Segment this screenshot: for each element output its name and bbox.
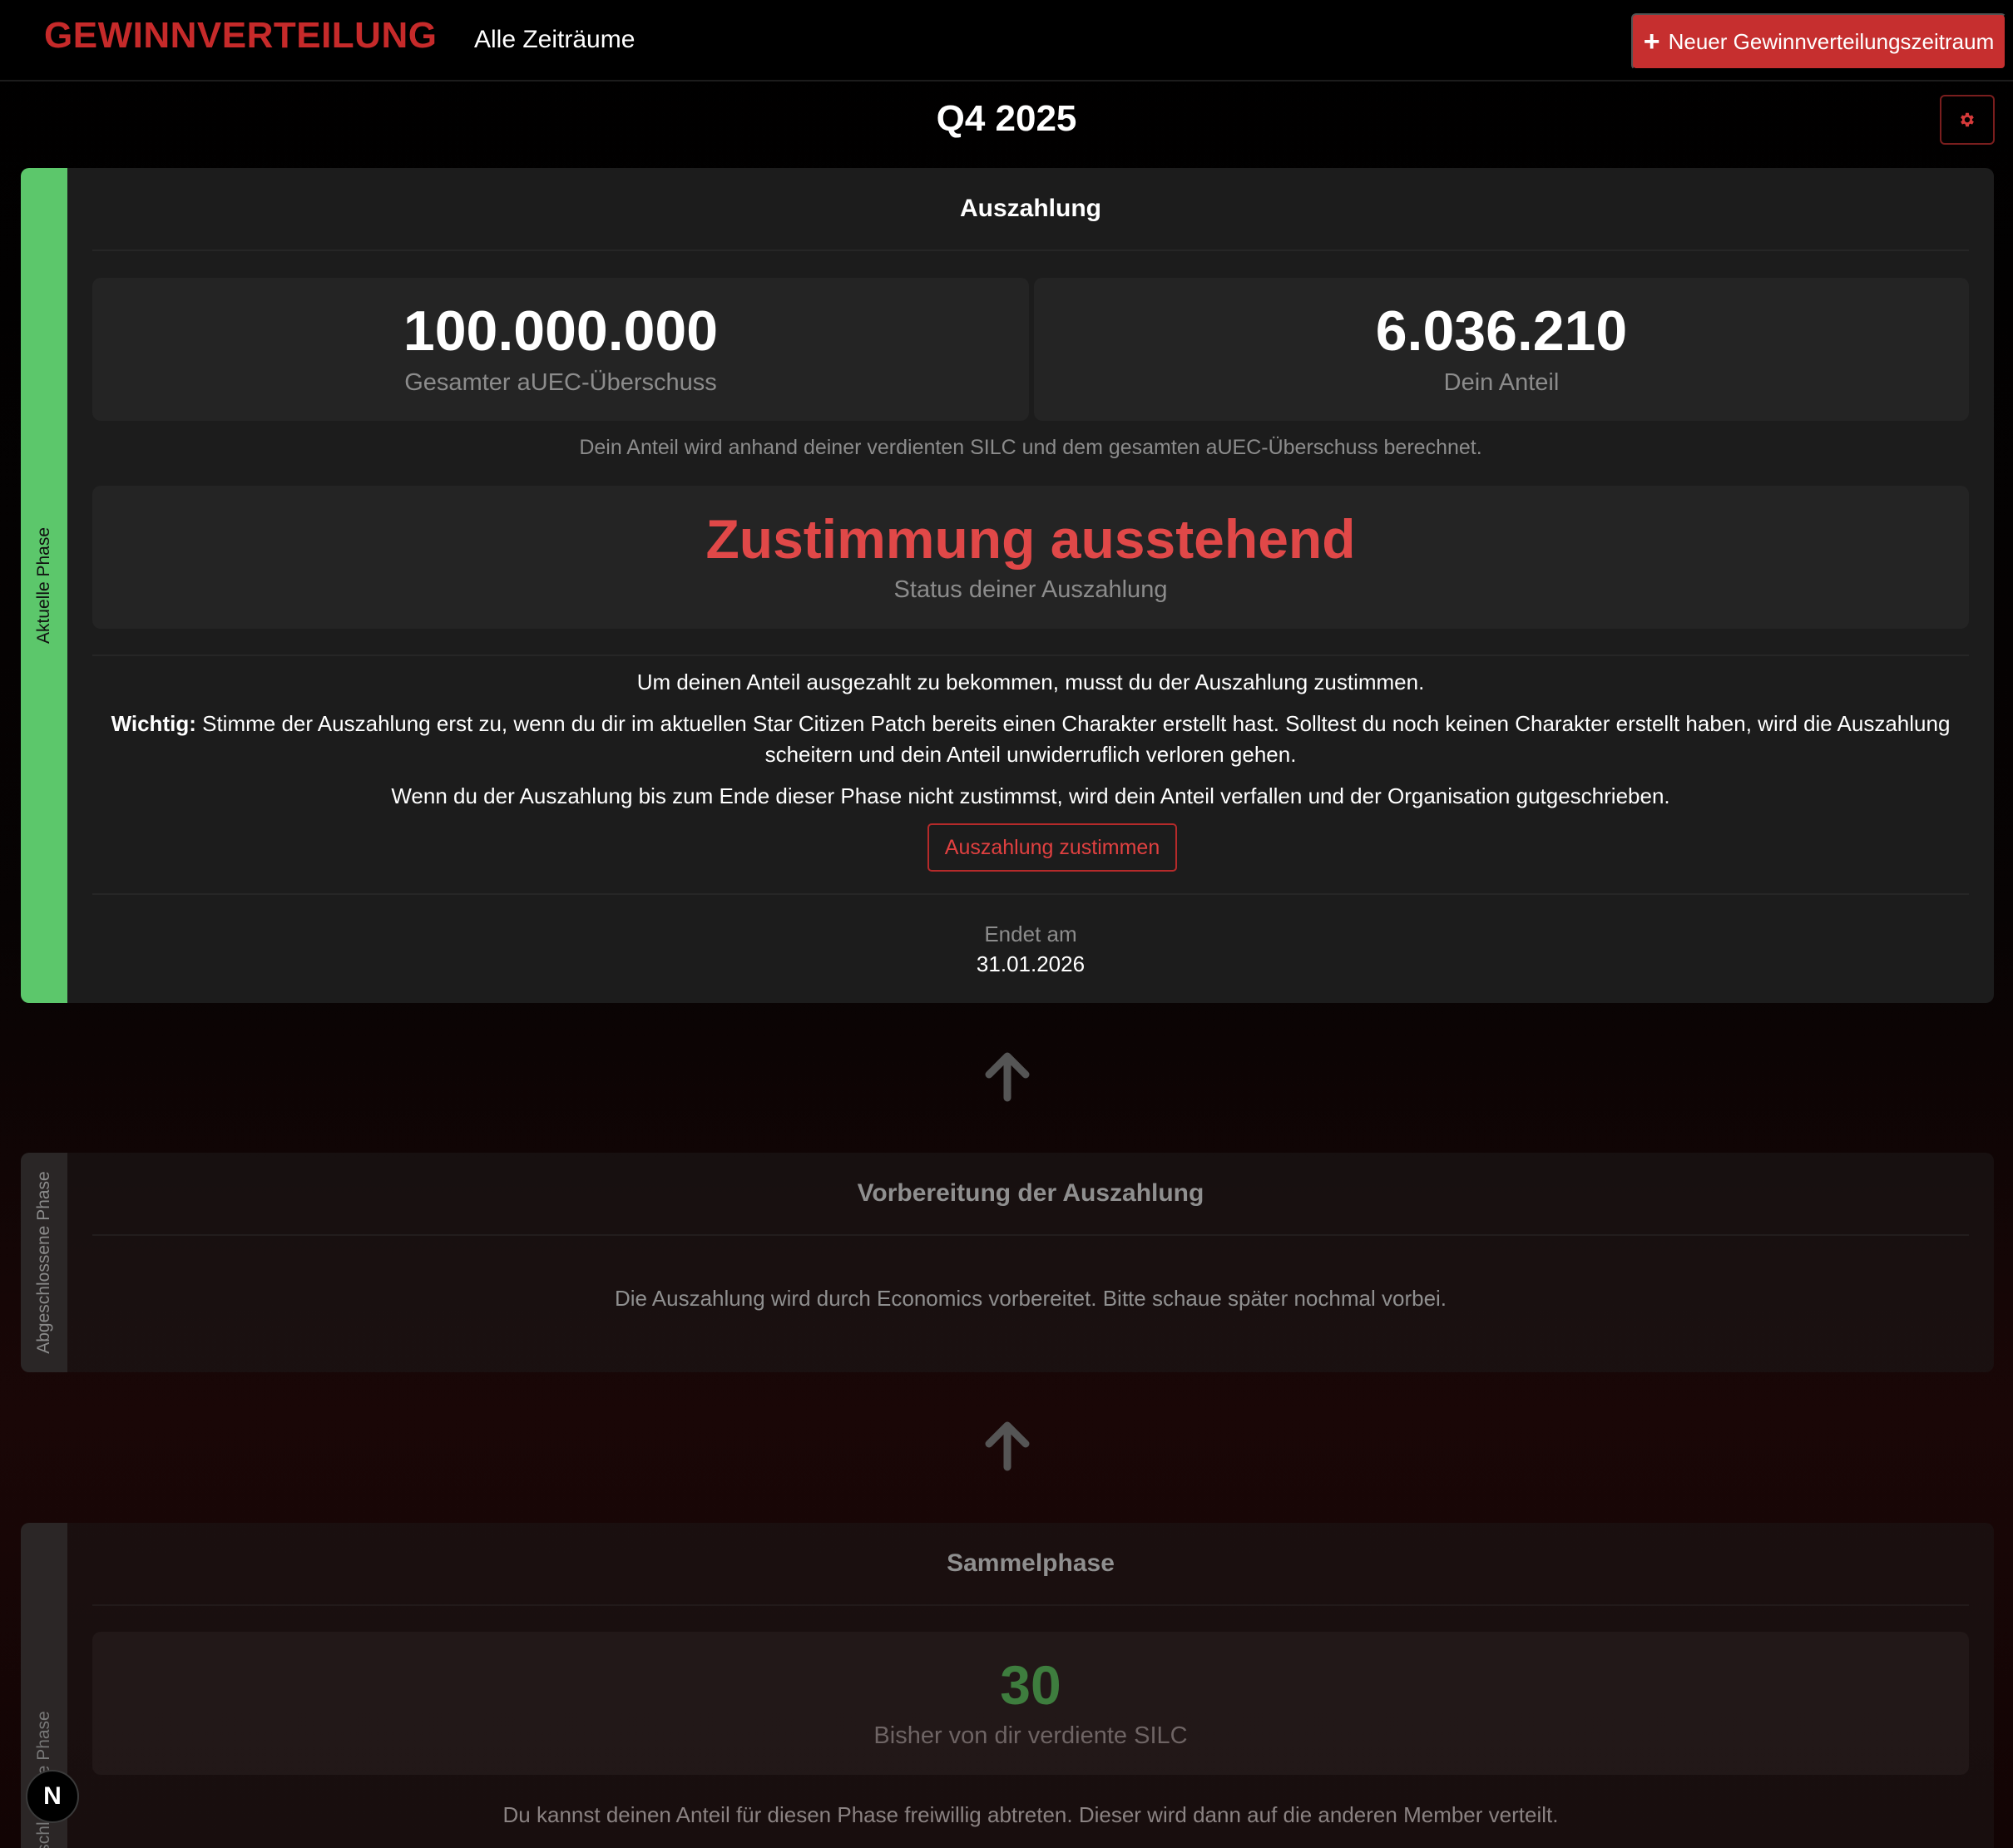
phase-rail-completed: Abgeschlossene Phase — [21, 1153, 67, 1372]
gear-icon — [1961, 112, 1974, 127]
new-period-button-label: Neuer Gewinnverteilungszeitraum — [1668, 28, 1995, 54]
phase-heading: Vorbereitung der Auszahlung — [92, 1153, 1969, 1236]
total-surplus-value: 100.000.000 — [403, 299, 719, 363]
ends-date: 31.01.2026 — [976, 951, 1086, 976]
nav-all-periods[interactable]: Alle Zeiträume — [474, 26, 635, 54]
top-bar: GEWINNVERTEILUNG Alle Zeiträume + Neuer … — [0, 0, 2013, 82]
consent-info-1: Um deinen Anteil ausgezahlt zu bekommen,… — [636, 670, 1425, 694]
phase-card-prep: Abgeschlossene Phase Vorbereitung der Au… — [21, 1153, 1994, 1372]
plus-icon: + — [1643, 26, 1660, 57]
brand-logo[interactable]: GEWINNVERTEILUNG — [44, 15, 437, 57]
silc-box: 30 Bisher von dir verdiente SILC — [92, 1632, 1969, 1775]
settings-button[interactable] — [1940, 95, 1995, 145]
your-share-box: 6.036.210 Dein Anteil — [1034, 278, 1969, 421]
consent-payout-button[interactable]: Auszahlung zustimmen — [927, 823, 1177, 872]
waive-hint: Du kannst deinen Anteil für diesen Phase… — [502, 1802, 1559, 1827]
total-surplus-box: 100.000.000 Gesamter aUEC-Überschuss — [92, 278, 1029, 421]
arrow-up-icon — [985, 1421, 1030, 1471]
total-surplus-label: Gesamter aUEC-Überschuss — [404, 368, 717, 396]
phase-card-collect: Abgeschlossene Phase Sammelphase 30 Bish… — [21, 1523, 1994, 1848]
phase-rail-label: Aktuelle Phase — [34, 526, 53, 645]
prep-message: Die Auszahlung wird durch Economics vorb… — [614, 1286, 1447, 1311]
consent-info-3: Wenn du der Auszahlung bis zum Ende dies… — [391, 783, 1670, 808]
important-text: Stimme der Auszahlung erst zu, wenn du d… — [195, 711, 1951, 767]
divider — [92, 655, 1969, 656]
ends-label: Endet am — [984, 922, 1077, 946]
divider — [92, 893, 1969, 895]
share-hint: Dein Anteil wird anhand deiner verdiente… — [579, 436, 1482, 459]
silc-label: Bisher von dir verdiente SILC — [873, 1722, 1188, 1749]
phase-rail-label: Abgeschlossene Phase — [34, 1171, 53, 1354]
payout-status-label: Status deiner Auszahlung — [893, 576, 1168, 603]
payout-status-value: Zustimmung ausstehend — [705, 507, 1356, 570]
your-share-label: Dein Anteil — [1443, 368, 1560, 396]
phase-card-payout: Aktuelle Phase Auszahlung 100.000.000 Ge… — [21, 168, 1994, 1003]
silc-value: 30 — [1000, 1653, 1061, 1716]
payout-status-box: Zustimmung ausstehend Status deiner Ausz… — [92, 486, 1969, 629]
phase-rail-current: Aktuelle Phase — [21, 168, 67, 1003]
phase-heading: Sammelphase — [92, 1523, 1969, 1606]
phase-heading: Auszahlung — [92, 168, 1969, 251]
your-share-value: 6.036.210 — [1375, 299, 1628, 363]
new-period-button[interactable]: + Neuer Gewinnverteilungszeitraum — [1631, 13, 2006, 70]
arrow-up-icon — [985, 1052, 1030, 1102]
next-dev-badge[interactable]: N — [26, 1770, 79, 1823]
page-title: Q4 2025 — [936, 98, 1077, 139]
important-label: Wichtig: — [111, 711, 196, 736]
consent-warning: Wichtig: Stimme der Auszahlung erst zu, … — [92, 709, 1969, 770]
